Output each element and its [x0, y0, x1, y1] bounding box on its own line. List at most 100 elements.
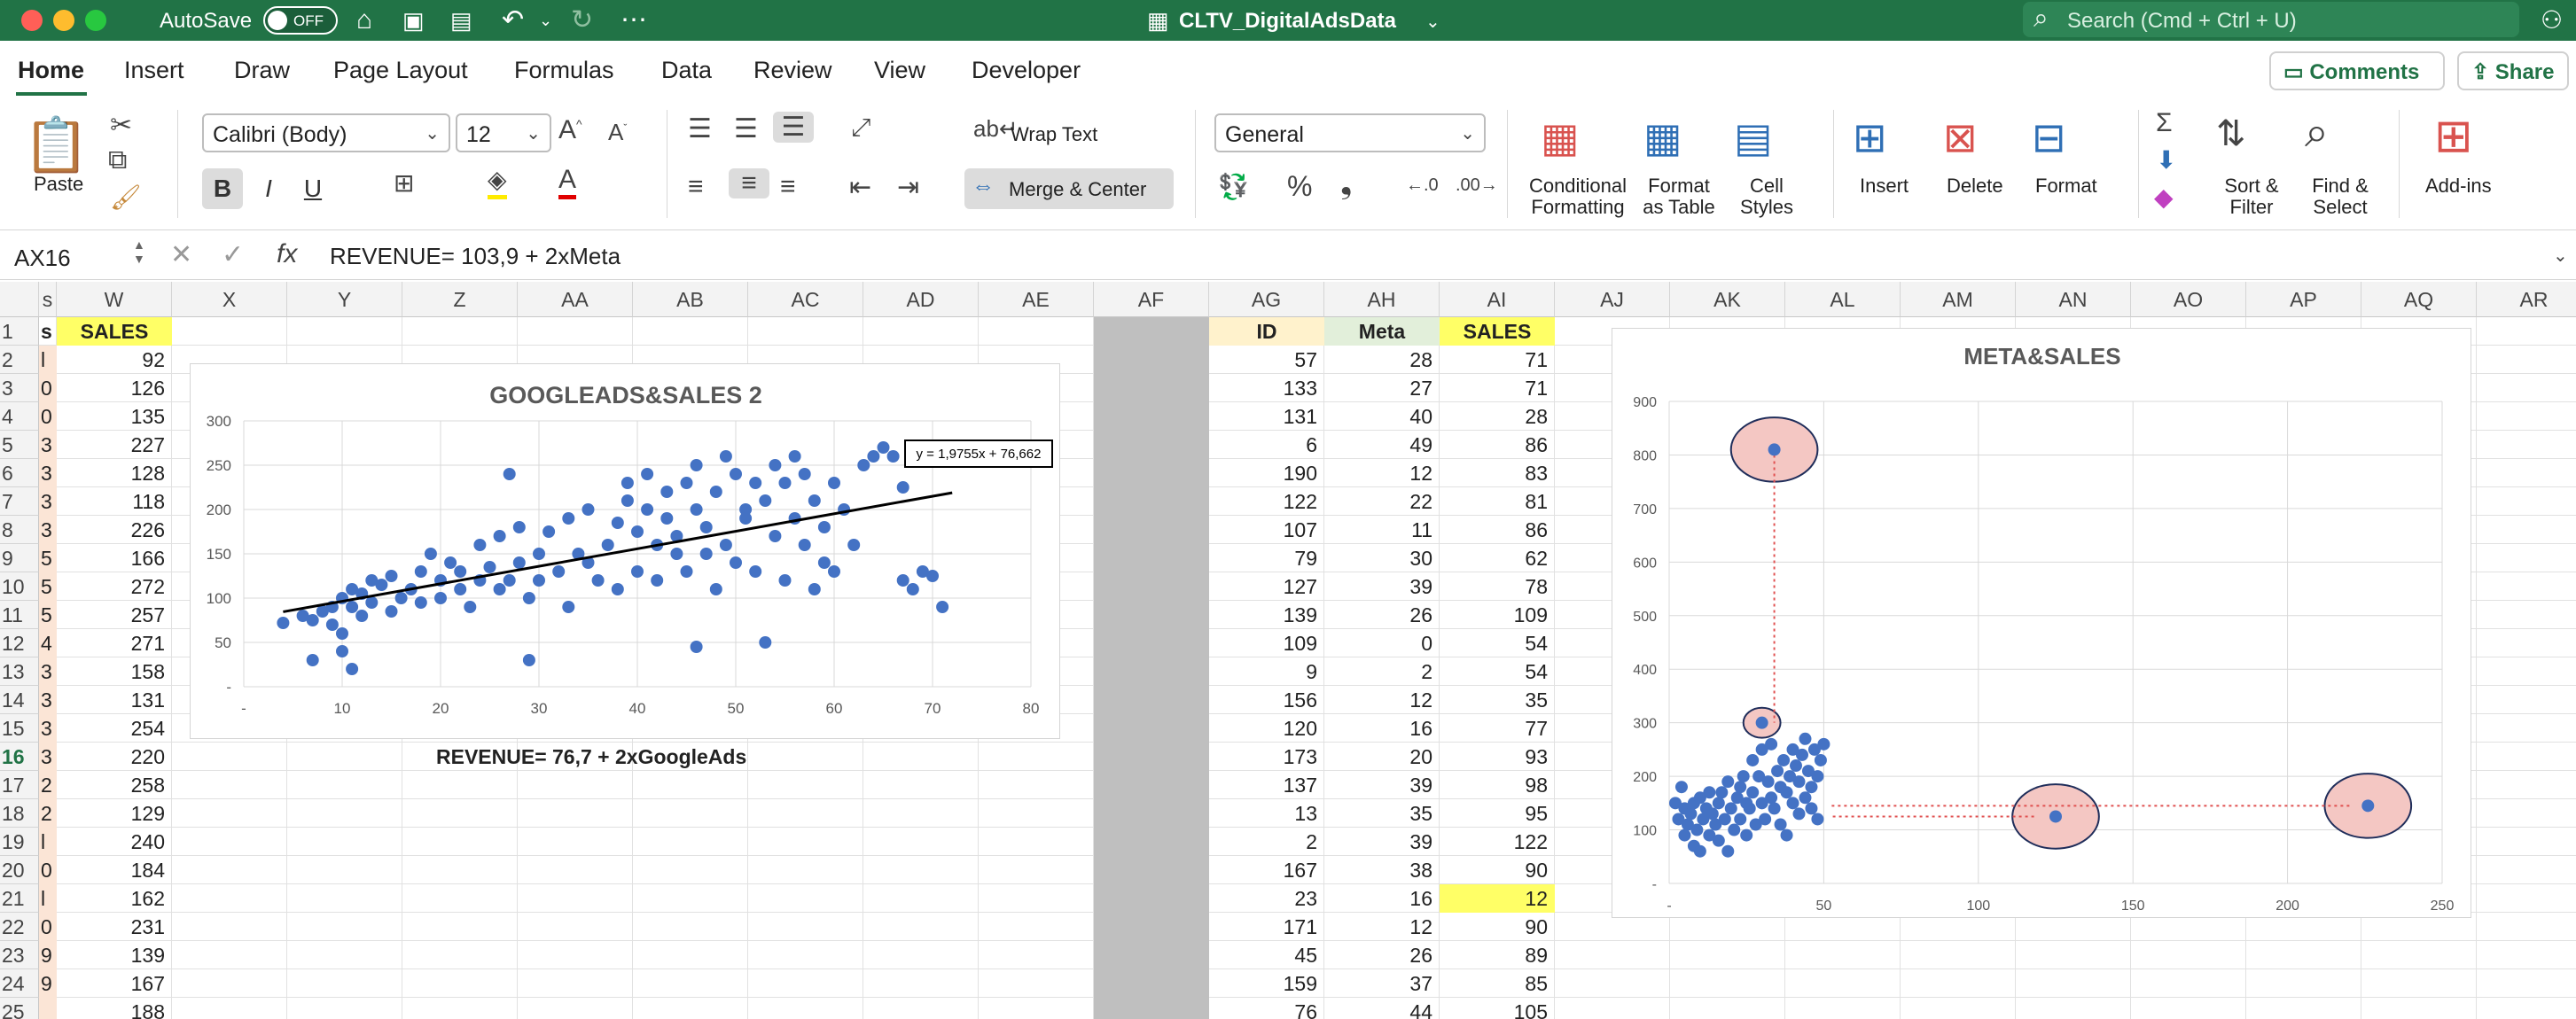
delete-cells-label[interactable]: Delete	[1947, 175, 2003, 197]
cell-sales-header[interactable]: SALES	[57, 317, 172, 346]
table-cell[interactable]: 0	[1324, 629, 1440, 657]
table-cell[interactable]: 86	[1440, 431, 1555, 459]
fill-icon[interactable]: ⬇	[2156, 145, 2176, 175]
cell-v-partial[interactable]: 3	[39, 657, 57, 686]
undo-icon[interactable]: ↶	[502, 5, 524, 35]
tab-home[interactable]: Home	[18, 57, 84, 84]
underline-button[interactable]: U	[293, 168, 333, 209]
decrease-font-icon[interactable]: Aˇ	[608, 119, 627, 146]
cell-sales-value[interactable]: 231	[57, 913, 172, 941]
cell-sales-value[interactable]: 162	[57, 884, 172, 913]
table-cell[interactable]: 85	[1440, 969, 1555, 998]
table-cell[interactable]: 20	[1324, 743, 1440, 771]
cell-styles-icon[interactable]: ▤	[1734, 113, 1772, 161]
table-cell[interactable]: 159	[1209, 969, 1324, 998]
minimize-window-button[interactable]	[53, 10, 74, 31]
font-size-select[interactable]: 12 ⌄	[456, 113, 551, 152]
chart-meta-sales[interactable]: META&SALES - 100 200 300 400 500 600 700 800 900 - 5…	[1612, 328, 2471, 918]
column-header[interactable]: AE	[979, 282, 1094, 317]
table-cell[interactable]: 81	[1440, 487, 1555, 516]
cell-sales-value[interactable]: 158	[57, 657, 172, 686]
zoom-window-button[interactable]	[85, 10, 106, 31]
cell-sales-value[interactable]: 220	[57, 743, 172, 771]
font-color-icon[interactable]: A	[558, 165, 577, 199]
increase-font-icon[interactable]: A^	[558, 115, 582, 145]
row-header[interactable]: 14	[0, 686, 39, 714]
decrease-indent-icon[interactable]: ⇤	[849, 172, 871, 203]
decrease-decimal-icon[interactable]: .00→	[1456, 175, 1498, 196]
select-all-corner[interactable]	[0, 282, 39, 317]
table-cell[interactable]: 171	[1209, 913, 1324, 941]
paste-icon[interactable]: 📋	[23, 113, 90, 176]
cut-icon[interactable]: ✂	[110, 110, 132, 141]
tab-developer[interactable]: Developer	[972, 57, 1081, 84]
table-cell[interactable]: 122	[1209, 487, 1324, 516]
row-header[interactable]: 19	[0, 828, 39, 856]
cell-sales-value[interactable]: 131	[57, 686, 172, 714]
tab-review[interactable]: Review	[753, 57, 832, 84]
table-cell[interactable]: 2	[1209, 828, 1324, 856]
cell-sales-value[interactable]: 166	[57, 544, 172, 572]
cell-styles-label[interactable]: Cell Styles	[1727, 175, 1807, 218]
table-cell[interactable]: 107	[1209, 516, 1324, 544]
table-cell[interactable]: 109	[1440, 601, 1555, 629]
column-header[interactable]: AH	[1324, 282, 1440, 317]
column-header[interactable]: AD	[863, 282, 979, 317]
cell-v-partial[interactable]: 3	[39, 686, 57, 714]
column-header[interactable]: AC	[748, 282, 863, 317]
insert-cells-icon[interactable]: ⊞	[1853, 113, 1887, 161]
table-cell[interactable]: 26	[1324, 601, 1440, 629]
table-cell[interactable]: 16	[1324, 884, 1440, 913]
table-cell[interactable]: 6	[1209, 431, 1324, 459]
clear-icon[interactable]: ◆	[2154, 183, 2174, 212]
tab-page-layout[interactable]: Page Layout	[333, 57, 468, 84]
share-button[interactable]: ⇪ Share	[2457, 51, 2569, 90]
column-header[interactable]: AO	[2131, 282, 2246, 317]
bold-button[interactable]: B	[202, 168, 243, 209]
cell-v-partial[interactable]: 3	[39, 459, 57, 487]
table-cell[interactable]: 30	[1324, 544, 1440, 572]
table-cell[interactable]: 156	[1209, 686, 1324, 714]
row-header[interactable]: 11	[0, 601, 39, 629]
enter-icon[interactable]: ✓	[222, 239, 244, 270]
table-cell[interactable]: 83	[1440, 459, 1555, 487]
insert-cells-label[interactable]: Insert	[1860, 175, 1909, 197]
cell-sales-value[interactable]: 226	[57, 516, 172, 544]
column-header[interactable]: AR	[2477, 282, 2576, 317]
format-cells-label[interactable]: Format	[2035, 175, 2097, 197]
row-header[interactable]: 12	[0, 629, 39, 657]
column-header[interactable]: AJ	[1555, 282, 1670, 317]
cell-v-partial[interactable]: 3	[39, 516, 57, 544]
align-right-icon[interactable]: ≡	[780, 172, 796, 202]
table-cell[interactable]: 45	[1209, 941, 1324, 969]
table-cell[interactable]: 79	[1209, 544, 1324, 572]
table-cell[interactable]: 23	[1209, 884, 1324, 913]
column-header[interactable]: AM	[1901, 282, 2016, 317]
column-header[interactable]: AL	[1785, 282, 1901, 317]
number-format-select[interactable]: General ⌄	[1214, 113, 1486, 152]
namebox-stepper-icon[interactable]: ▲ ▼	[133, 237, 145, 266]
table-cell[interactable]: 35	[1440, 686, 1555, 714]
table-cell[interactable]: 9	[1209, 657, 1324, 686]
table-cell[interactable]: 35	[1324, 799, 1440, 828]
increase-decimal-icon[interactable]: ←.0	[1406, 175, 1439, 196]
cell-v-partial[interactable]: l	[39, 828, 57, 856]
table-header-cell[interactable]: ID	[1209, 317, 1324, 346]
cell-v-partial[interactable]: 0	[39, 374, 57, 402]
table-cell[interactable]: 62	[1440, 544, 1555, 572]
row-header[interactable]: 16	[0, 743, 39, 771]
document-title[interactable]: CLTV_DigitalAdsData	[1179, 9, 1396, 34]
account-icon[interactable]: ⚇	[2541, 5, 2563, 35]
cell-v-partial[interactable]: 0	[39, 913, 57, 941]
column-header[interactable]: AA	[518, 282, 633, 317]
table-cell[interactable]: 122	[1440, 828, 1555, 856]
row-header[interactable]: 20	[0, 856, 39, 884]
table-cell[interactable]: 28	[1440, 402, 1555, 431]
row-header[interactable]: 1	[0, 317, 39, 346]
tab-insert[interactable]: Insert	[124, 57, 184, 84]
italic-button[interactable]: I	[248, 168, 289, 209]
column-header[interactable]: Z	[402, 282, 518, 317]
table-cell[interactable]: 173	[1209, 743, 1324, 771]
row-header[interactable]: 6	[0, 459, 39, 487]
table-cell[interactable]: 105	[1440, 998, 1555, 1019]
